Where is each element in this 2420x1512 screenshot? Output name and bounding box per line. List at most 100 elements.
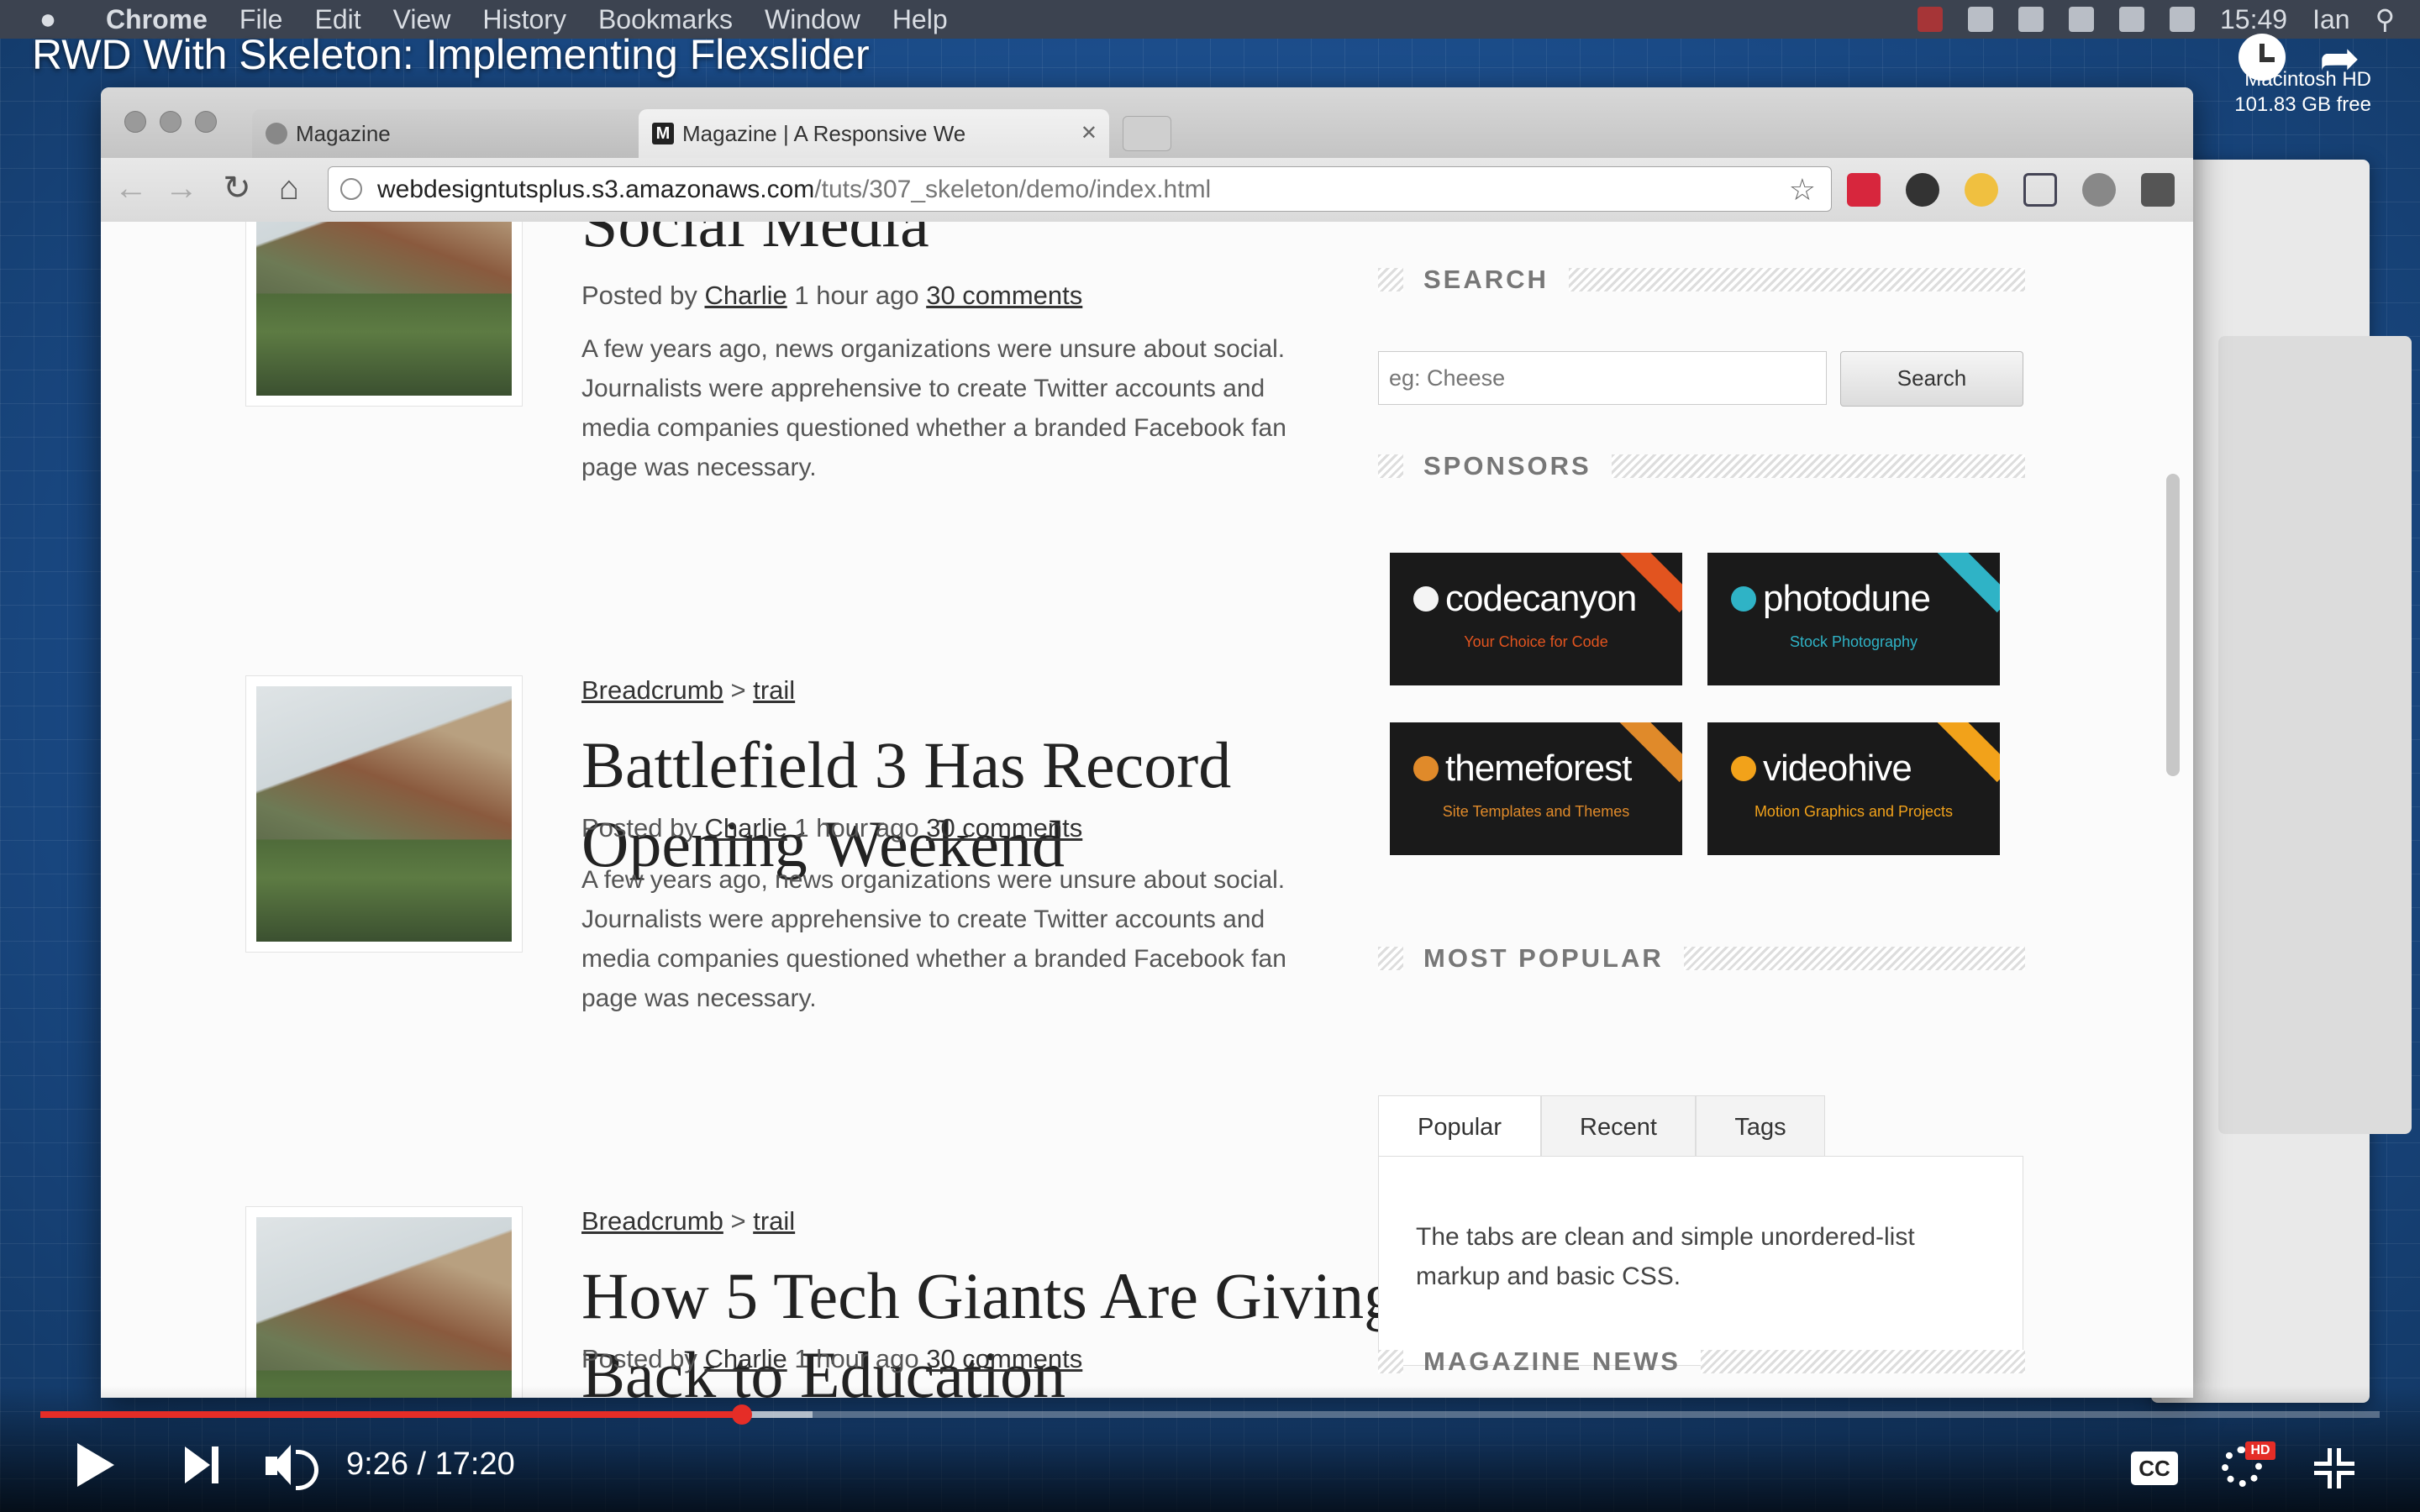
exit-fullscreen-icon[interactable] xyxy=(2314,1448,2354,1488)
apple-icon[interactable]: ● xyxy=(34,3,62,35)
corner xyxy=(2337,1448,2354,1466)
play-button[interactable] xyxy=(77,1443,114,1487)
corner xyxy=(2337,1471,2354,1488)
photodune-logo-icon xyxy=(1731,586,1756,612)
extension-red-icon[interactable] xyxy=(1847,173,1881,207)
address-bar[interactable]: webdesigntutsplus.s3.amazonaws.com/tuts/… xyxy=(328,166,1832,212)
tab-title: Magazine | A Responsive We xyxy=(682,120,966,146)
magazine-favicon-icon: M xyxy=(652,123,674,144)
spotlight-search-icon[interactable]: ⚲ xyxy=(2375,3,2395,35)
share-icon[interactable]: ➦ xyxy=(2319,34,2378,83)
tray-sync-icon[interactable] xyxy=(2018,7,2044,32)
codecanyon-logo-icon xyxy=(1413,586,1439,612)
sponsor-name: videohive xyxy=(1763,748,1912,789)
sponsor-codecanyon-banner[interactable]: codecanyon Your Choice for Code xyxy=(1390,553,1682,685)
article-title[interactable]: How 5 Tech Giants Are Giving Back to Edu… xyxy=(581,1257,1422,1398)
post-time: 1 hour ago xyxy=(794,1344,919,1373)
sponsor-tagline: Stock Photography xyxy=(1789,633,1918,650)
posted-by-label: Posted by xyxy=(581,813,697,843)
home-icon[interactable]: ⌂ xyxy=(271,170,308,207)
heading-hatch xyxy=(1611,454,2025,478)
breadcrumb-link[interactable]: Breadcrumb xyxy=(581,675,723,705)
forward-icon[interactable]: → xyxy=(163,170,200,207)
author-link[interactable]: Charlie xyxy=(705,813,787,843)
comments-link[interactable]: 30 comments xyxy=(926,1344,1082,1373)
new-tab-button[interactable] xyxy=(1123,116,1171,151)
sponsor-tagline: Motion Graphics and Projects xyxy=(1754,803,1954,820)
back-icon[interactable]: ← xyxy=(113,170,150,207)
captions-button[interactable]: CC xyxy=(2131,1452,2178,1485)
progress-scrubber[interactable] xyxy=(732,1404,753,1425)
page-scrollbar[interactable] xyxy=(2166,474,2180,776)
next-video-button[interactable] xyxy=(185,1446,218,1483)
heading-text: MAGAZINE NEWS xyxy=(1423,1347,1681,1376)
globe-icon xyxy=(266,123,287,144)
heading-hatch xyxy=(1683,947,2025,970)
article-meta: Posted by Charlie 1 hour ago 30 comments xyxy=(581,813,1082,843)
tray-time-machine-icon[interactable] xyxy=(1968,7,1993,32)
close-tab-icon[interactable]: ✕ xyxy=(1081,121,1097,145)
search-button[interactable]: Search xyxy=(1840,351,2023,407)
tray-app-icon[interactable] xyxy=(1918,7,1943,32)
sponsor-videohive-banner[interactable]: videohive Motion Graphics and Projects xyxy=(1707,722,2000,855)
sponsor-tagline: Site Templates and Themes xyxy=(1442,803,1630,820)
heading-hatch xyxy=(1378,268,1403,291)
article-excerpt: A few years ago, news organizations were… xyxy=(581,866,1286,1012)
landscape-image xyxy=(256,686,512,942)
extension-face-icon[interactable] xyxy=(1965,173,1998,207)
search-input[interactable] xyxy=(1378,351,1827,405)
tab-recent[interactable]: Recent xyxy=(1541,1095,1696,1158)
tray-display-icon[interactable] xyxy=(2170,7,2195,32)
menubar-clock[interactable]: 15:49 xyxy=(2220,4,2287,35)
heading-text: SPONSORS xyxy=(1423,451,1591,480)
extension-sync-icon[interactable] xyxy=(1906,173,1939,207)
sponsor-name: codecanyon xyxy=(1445,578,1637,619)
screen-capture-icon[interactable] xyxy=(2023,173,2057,207)
tray-wifi-icon[interactable] xyxy=(2069,7,2094,32)
close-window-icon[interactable] xyxy=(124,111,146,133)
breadcrumb-link[interactable]: trail xyxy=(753,675,795,705)
url-path: /tuts/307_skeleton/demo/index.html xyxy=(814,176,1212,203)
breadcrumb-link[interactable]: trail xyxy=(753,1206,795,1236)
landscape-image xyxy=(256,1217,512,1398)
reload-icon[interactable]: ↻ xyxy=(218,170,255,207)
video-controls: 9:26 / 17:20 CC HD xyxy=(0,1386,2420,1512)
article-thumbnail[interactable] xyxy=(245,1206,523,1398)
post-time: 1 hour ago xyxy=(794,813,919,843)
tab-tags[interactable]: Tags xyxy=(1696,1095,1825,1158)
tab-popular[interactable]: Popular xyxy=(1378,1095,1541,1159)
zoom-window-icon[interactable] xyxy=(195,111,217,133)
videohive-logo-icon xyxy=(1731,756,1756,781)
hd-badge: HD xyxy=(2245,1441,2275,1460)
heading-hatch xyxy=(1700,1350,2025,1373)
sponsor-themeforest-banner[interactable]: themeforest Site Templates and Themes xyxy=(1390,722,1682,855)
article-thumbnail[interactable] xyxy=(245,675,523,953)
tab-strip: Magazine ✕ M Magazine | A Responsive We … xyxy=(101,87,2193,158)
author-link[interactable]: Charlie xyxy=(705,281,787,310)
browser-tab-magazine-responsive[interactable]: M Magazine | A Responsive We ✕ xyxy=(639,109,1109,158)
article-excerpt: A few years ago, news organizations were… xyxy=(581,335,1286,481)
article-thumbnail[interactable] xyxy=(245,222,523,407)
extension-gear-icon[interactable] xyxy=(2082,173,2116,207)
wrench-icon[interactable] xyxy=(2141,173,2175,207)
posted-by-label: Posted by xyxy=(581,1344,697,1373)
article-meta: Posted by Charlie 1 hour ago 30 comments xyxy=(581,281,1082,311)
article-title[interactable]: Social Media xyxy=(581,222,1422,264)
tab-title: Magazine xyxy=(296,120,391,146)
sponsor-name: themeforest xyxy=(1445,748,1632,789)
heading-hatch xyxy=(1378,947,1403,970)
minimize-window-icon[interactable] xyxy=(160,111,182,133)
breadcrumb-link[interactable]: Breadcrumb xyxy=(581,1206,723,1236)
bookmark-star-icon[interactable]: ☆ xyxy=(1789,167,1816,213)
sponsor-photodune-banner[interactable]: photodune Stock Photography xyxy=(1707,553,2000,685)
tray-battery-icon[interactable] xyxy=(2119,7,2144,32)
menu-help[interactable]: Help xyxy=(892,4,948,35)
menubar-user[interactable]: Ian xyxy=(2312,4,2349,35)
watch-later-icon[interactable] xyxy=(2238,34,2286,81)
author-link[interactable]: Charlie xyxy=(705,1344,787,1373)
video-title[interactable]: RWD With Skeleton: Implementing Flexslid… xyxy=(32,30,870,79)
comments-link[interactable]: 30 comments xyxy=(926,281,1082,310)
breadcrumb: Breadcrumb > trail xyxy=(581,1206,795,1236)
comments-link[interactable]: 30 comments xyxy=(926,813,1082,843)
site-info-icon[interactable] xyxy=(340,178,362,200)
